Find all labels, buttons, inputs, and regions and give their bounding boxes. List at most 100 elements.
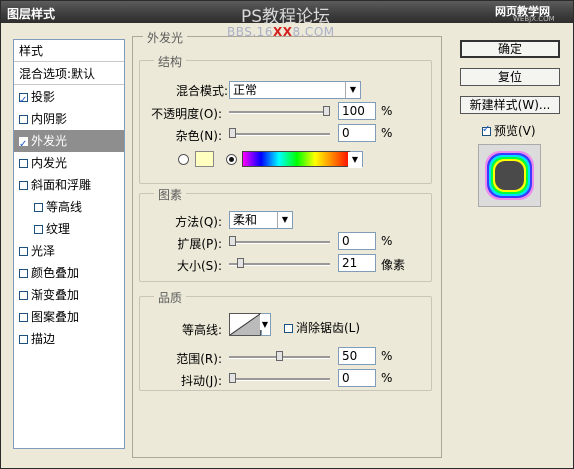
outer-glow-title: 外发光 <box>143 29 188 46</box>
gradient-radio[interactable] <box>226 154 237 165</box>
layer-style-dialog: 图层样式 PS教程论坛 网页教学网 WEBJX.COM BBS.16XX8.CO… <box>0 0 574 469</box>
opacity-input[interactable]: 100 <box>338 102 376 120</box>
style-item[interactable]: 描边 <box>14 328 124 350</box>
technique-label: 方法(Q): <box>175 215 222 229</box>
noise-slider-thumb[interactable] <box>229 128 236 138</box>
style-item-checkbox[interactable] <box>19 269 28 278</box>
preview-checkbox[interactable]: 预览(V) <box>482 122 536 139</box>
style-item[interactable]: 纹理 <box>14 218 124 240</box>
style-item-checkbox[interactable] <box>19 181 28 190</box>
style-item-label: 等高线 <box>46 200 83 214</box>
gradient-dropdown[interactable]: ▼ <box>348 151 363 168</box>
opacity-slider-thumb[interactable] <box>323 106 330 116</box>
outer-glow-panel: 外发光 结构 混合模式: 正常 ▼ 不透明度(O): 100 % 杂色(N): 0… <box>132 29 442 458</box>
range-unit: % <box>381 349 393 363</box>
style-item-checkbox[interactable] <box>34 225 43 234</box>
technique-value: 柔和 <box>233 213 258 227</box>
style-item[interactable]: 外发光 <box>14 130 124 156</box>
style-item-label: 外发光 <box>31 134 68 148</box>
glow-color-swatch[interactable] <box>195 151 214 167</box>
range-input[interactable]: 50 <box>338 347 376 365</box>
style-item-checkbox[interactable] <box>19 247 28 256</box>
style-item-label: 图案叠加 <box>31 310 80 324</box>
style-item[interactable]: 内阴影 <box>14 108 124 130</box>
reset-button[interactable]: 复位 <box>460 68 560 86</box>
size-input[interactable]: 21 <box>338 254 376 272</box>
jitter-unit: % <box>381 371 393 385</box>
noise-slider-track <box>229 133 330 136</box>
style-item-label: 颜色叠加 <box>31 266 80 280</box>
style-item[interactable]: 光泽 <box>14 240 124 262</box>
jitter-input[interactable]: 0 <box>338 369 376 387</box>
opacity-slider[interactable] <box>229 106 330 118</box>
dropdown-arrow-icon: ▼ <box>348 152 362 168</box>
preview-glow-image <box>485 151 534 200</box>
style-item[interactable]: 内发光 <box>14 152 124 174</box>
size-unit: 像素 <box>381 258 406 272</box>
contour-picker[interactable] <box>229 313 261 336</box>
range-slider-thumb[interactable] <box>276 351 283 361</box>
style-item[interactable]: 颜色叠加 <box>14 262 124 284</box>
dropdown-arrow-icon: ▼ <box>260 314 270 330</box>
style-item-checkbox[interactable] <box>19 134 28 156</box>
size-slider[interactable] <box>229 258 330 270</box>
preview-checkbox-box[interactable] <box>482 124 491 136</box>
spread-slider[interactable] <box>229 236 330 248</box>
glow-gradient-picker[interactable] <box>242 151 352 167</box>
style-item-checkbox[interactable] <box>34 203 43 212</box>
style-item-checkbox[interactable] <box>19 335 28 344</box>
style-item[interactable]: 等高线 <box>14 196 124 218</box>
noise-slider[interactable] <box>229 128 330 140</box>
style-item-label: 描边 <box>31 332 56 346</box>
elements-title: 图素 <box>154 186 187 203</box>
jitter-slider-thumb[interactable] <box>229 373 236 383</box>
styles-list: 样式 混合选项:默认 投影内阴影外发光内发光斜面和浮雕等高线纹理光泽颜色叠加渐变… <box>13 39 125 449</box>
antialias-checkbox-box[interactable] <box>284 324 293 333</box>
blend-mode-value: 正常 <box>233 83 258 97</box>
corner-logo-sub: WEBJX.COM <box>513 15 555 23</box>
style-item[interactable]: 图案叠加 <box>14 306 124 328</box>
style-item-checkbox[interactable] <box>19 313 28 322</box>
spread-slider-thumb[interactable] <box>229 236 236 246</box>
spread-input[interactable]: 0 <box>338 232 376 250</box>
range-slider[interactable] <box>229 351 330 363</box>
style-item-label: 内发光 <box>31 156 68 170</box>
antialias-checkbox[interactable]: 消除锯齿(L) <box>284 319 360 336</box>
quality-title: 品质 <box>154 289 187 306</box>
style-item-checkbox[interactable] <box>19 291 28 300</box>
watermark-title: PS教程论坛 <box>241 7 331 27</box>
opacity-slider-track <box>229 111 330 114</box>
spread-slider-track <box>229 241 330 244</box>
title-bar[interactable]: 图层样式 PS教程论坛 网页教学网 WEBJX.COM <box>1 1 573 27</box>
styles-header[interactable]: 样式 <box>14 40 124 62</box>
noise-label: 杂色(N): <box>175 129 222 143</box>
new-style-button[interactable]: 新建样式(W)... <box>460 96 560 114</box>
spread-label: 扩展(P): <box>177 237 222 251</box>
technique-select[interactable]: 柔和 ▼ <box>229 211 293 229</box>
ok-button[interactable]: 确定 <box>460 40 560 58</box>
jitter-label: 抖动(J): <box>181 374 222 388</box>
opacity-label: 不透明度(O): <box>151 107 222 121</box>
structure-title: 结构 <box>154 53 187 70</box>
blend-mode-label: 混合模式: <box>175 84 228 98</box>
blend-options-default[interactable]: 混合选项:默认 <box>14 63 124 85</box>
blend-mode-select[interactable]: 正常 ▼ <box>229 81 361 99</box>
style-item[interactable]: 渐变叠加 <box>14 284 124 306</box>
size-slider-thumb[interactable] <box>237 258 244 268</box>
noise-unit: % <box>381 126 393 140</box>
jitter-slider[interactable] <box>229 373 330 385</box>
contour-dropdown[interactable]: ▼ <box>260 313 271 336</box>
preview-thumbnail <box>478 144 541 207</box>
style-item[interactable]: 斜面和浮雕 <box>14 174 124 196</box>
solid-color-radio[interactable] <box>178 154 189 165</box>
style-item-label: 内阴影 <box>31 112 68 126</box>
style-item-checkbox[interactable] <box>19 159 28 168</box>
style-item-checkbox[interactable] <box>19 90 28 112</box>
preview-label: 预览(V) <box>494 124 536 138</box>
contour-label: 等高线: <box>181 323 222 337</box>
style-item-checkbox[interactable] <box>19 115 28 124</box>
style-item[interactable]: 投影 <box>14 86 124 112</box>
style-item-label: 光泽 <box>31 244 56 258</box>
noise-input[interactable]: 0 <box>338 124 376 142</box>
elements-group: 图素 方法(Q): 柔和 ▼ 扩展(P): 0 % 大小(S): 21 像素 <box>139 186 432 282</box>
